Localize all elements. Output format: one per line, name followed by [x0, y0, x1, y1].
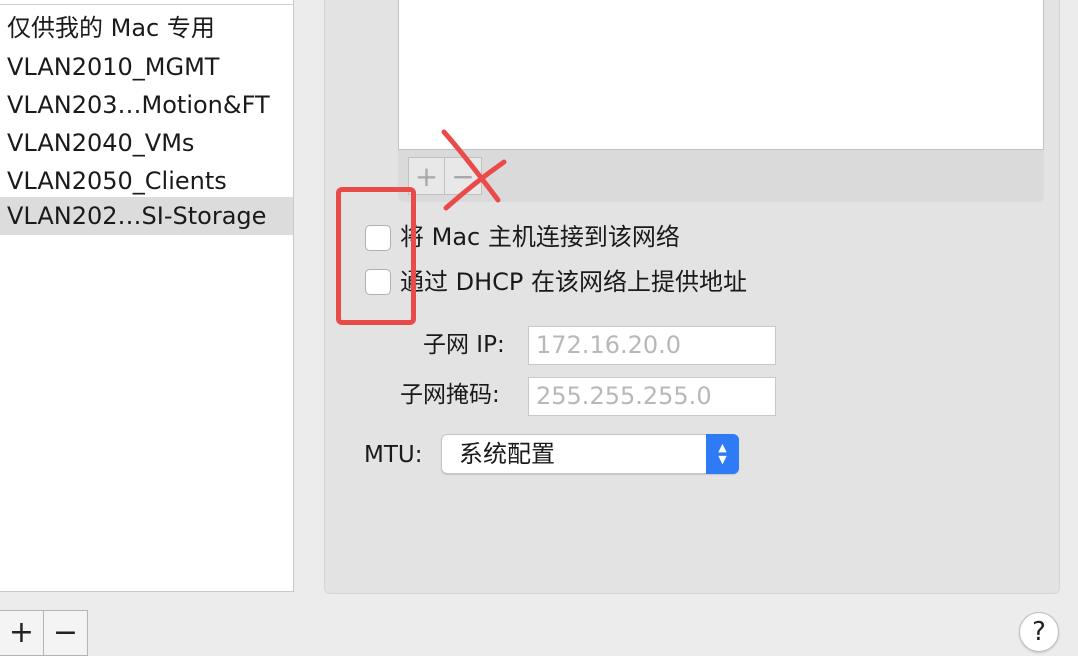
- add-network-button[interactable]: +: [0, 611, 43, 655]
- network-item-vlan2030[interactable]: VLAN203…Motion&FT: [0, 86, 293, 124]
- mtu-label: MTU:: [364, 442, 423, 468]
- network-item-vlan2010[interactable]: VLAN2010_MGMT: [0, 48, 293, 86]
- network-item-vlan2020[interactable]: VLAN202…SI-Storage: [0, 197, 293, 235]
- mtu-value: 系统配置: [459, 440, 555, 468]
- network-item-private[interactable]: 仅供我的 Mac 专用: [0, 9, 293, 47]
- chevron-up-down-icon: ▲ ▼: [706, 434, 739, 474]
- connect-host-label: 将 Mac 主机连接到该网络: [400, 223, 680, 251]
- subnet-ip-field[interactable]: 172.16.20.0: [528, 326, 776, 365]
- subnet-mask-field[interactable]: 255.255.255.0: [528, 377, 776, 416]
- network-item-vlan2040[interactable]: VLAN2040_VMs: [0, 124, 293, 162]
- remove-network-button[interactable]: −: [43, 611, 87, 655]
- annotation-x-mark: [441, 129, 507, 211]
- dhcp-label: 通过 DHCP 在该网络上提供地址: [400, 268, 748, 296]
- list-divider: [0, 4, 293, 5]
- network-item-vlan2050[interactable]: VLAN2050_Clients: [0, 162, 293, 200]
- annotation-highlight-box: [336, 187, 416, 325]
- mtu-select[interactable]: 系统配置 ▲ ▼: [441, 434, 739, 474]
- subnet-ip-label: 子网 IP:: [423, 332, 505, 358]
- subnet-mask-label: 子网掩码:: [400, 382, 500, 408]
- help-button[interactable]: ?: [1019, 612, 1059, 652]
- network-list-toolbar: + −: [0, 610, 88, 656]
- network-list: 仅供我的 Mac 专用 VLAN2010_MGMT VLAN203…Motion…: [0, 0, 294, 592]
